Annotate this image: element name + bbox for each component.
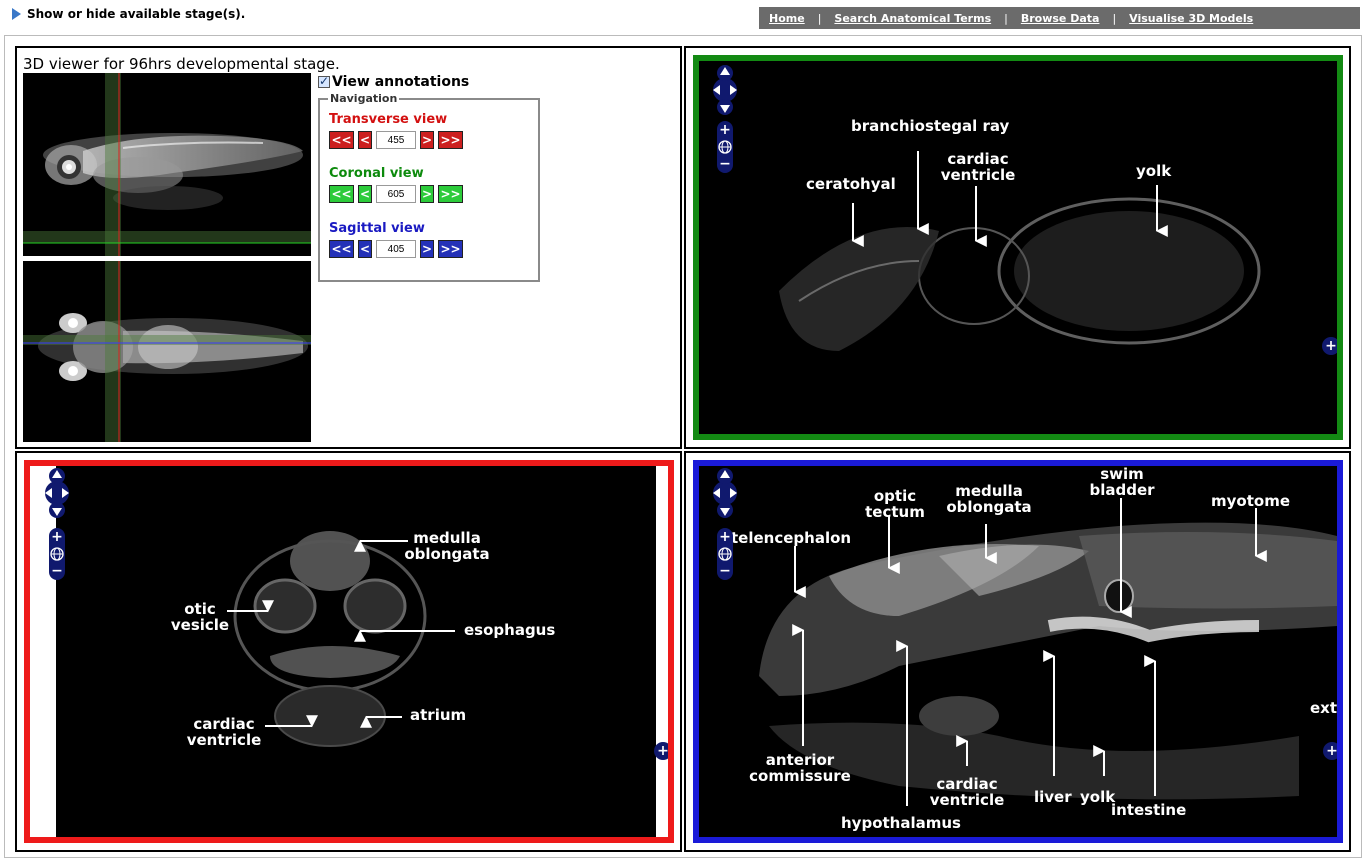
sagittal-first-button[interactable]: << [329, 240, 354, 258]
nav-home[interactable]: Home [769, 12, 805, 25]
sagittal-overview[interactable] [23, 73, 311, 256]
view-annotations-checkbox[interactable]: View annotations [318, 74, 469, 90]
transverse-last-button[interactable]: >> [438, 131, 463, 149]
coronal-next-button[interactable]: > [420, 185, 434, 203]
transverse-slice-input[interactable] [376, 131, 416, 149]
sagittal-view-panel: swim bladder optic tectum medulla oblong… [684, 451, 1351, 852]
label-cardiac-ventricle: cardiac ventricle [929, 775, 1005, 809]
pan-arrows-icon[interactable] [707, 65, 743, 115]
sagittal-view-label: Sagittal view [329, 221, 425, 236]
zoom-controls[interactable]: + − [715, 121, 735, 173]
zoom-in-icon: + [51, 529, 63, 545]
coronal-slice-input[interactable] [376, 185, 416, 203]
transverse-section-image [227, 531, 455, 747]
transverse-nav: Transverse view << < > >> [329, 112, 463, 149]
transverse-view-label: Transverse view [329, 112, 448, 127]
expand-triangle-icon [12, 8, 21, 20]
sagittal-prev-button[interactable]: < [358, 240, 372, 258]
transverse-view-panel: medulla oblongata otic vesicle esophagus… [15, 451, 682, 852]
nav-visualise-3d-models[interactable]: Visualise 3D Models [1129, 12, 1253, 25]
viewer-title: 3D viewer for 96hrs developmental stage. [23, 55, 340, 73]
label-cardiac-ventricle: cardiac ventricle [940, 150, 1016, 184]
label-myotome: myotome [1211, 492, 1290, 510]
label-liver: liver [1034, 788, 1072, 806]
zoom-controls[interactable]: + − [47, 528, 67, 580]
sagittal-view-canvas[interactable]: swim bladder optic tectum medulla oblong… [693, 460, 1343, 843]
sagittal-nav: Sagittal view << < > >> [329, 221, 463, 258]
pan-arrows-icon[interactable] [707, 468, 743, 518]
sagittal-last-button[interactable]: >> [438, 240, 463, 258]
top-nav: Home | Search Anatomical Terms | Browse … [759, 7, 1360, 29]
checkbox-checked-icon[interactable] [318, 74, 330, 88]
label-telencephalon: telencephalon [731, 529, 852, 547]
navigation-fieldset: Navigation Transverse view << < > >> Cor… [318, 92, 540, 282]
label-medulla-oblongata: medulla oblongata [946, 482, 1032, 516]
transverse-next-button[interactable]: > [420, 131, 434, 149]
zoom-out-icon: − [719, 156, 731, 172]
expand-plus-icon[interactable]: + [1322, 337, 1337, 355]
label-optic-tectum: optic tectum [865, 487, 925, 521]
coronal-overview[interactable] [23, 261, 311, 442]
view-annotations-label: View annotations [332, 74, 470, 90]
label-otic-vesicle: otic vesicle [170, 600, 230, 634]
coronal-first-button[interactable]: << [329, 185, 354, 203]
sagittal-next-button[interactable]: > [420, 240, 434, 258]
transverse-view-canvas[interactable]: medulla oblongata otic vesicle esophagus… [24, 460, 674, 843]
coronal-overview-image [23, 261, 311, 442]
coronal-view-label: Coronal view [329, 166, 424, 181]
expand-plus-icon[interactable]: + [654, 742, 668, 760]
label-ceratohyal: ceratohyal [806, 175, 896, 193]
coronal-view-canvas[interactable]: branchiostegal ray cardiac ventricle cer… [693, 55, 1343, 440]
coronal-section-image [779, 151, 1261, 351]
transverse-first-button[interactable]: << [329, 131, 354, 149]
label-yolk: yolk [1080, 788, 1116, 806]
expand-plus-icon[interactable]: + [1323, 742, 1337, 760]
label-cardiac-ventricle: cardiac ventricle [186, 715, 262, 749]
label-ext: ext [1310, 699, 1338, 717]
label-yolk: yolk [1136, 162, 1172, 180]
zoom-out-icon: − [51, 563, 63, 579]
label-medulla-oblongata: medulla oblongata [404, 529, 490, 563]
label-atrium: atrium [410, 706, 467, 724]
overview-panel: 3D viewer for 96hrs developmental stage. [15, 46, 682, 449]
label-branchiostegal-ray: branchiostegal ray [851, 117, 1010, 135]
stage-toggle-label: Show or hide available stage(s). [27, 7, 246, 21]
coronal-last-button[interactable]: >> [438, 185, 463, 203]
sagittal-overview-image [23, 73, 311, 256]
label-swim-bladder: swim bladder [1089, 465, 1155, 499]
zoom-in-icon: + [719, 529, 731, 545]
sagittal-slice-input[interactable] [376, 240, 416, 258]
label-anterior-commissure: anterior commissure [749, 751, 851, 785]
transverse-prev-button[interactable]: < [358, 131, 372, 149]
coronal-prev-button[interactable]: < [358, 185, 372, 203]
pan-arrows-icon[interactable] [39, 468, 75, 518]
zoom-in-icon: + [719, 122, 731, 138]
nav-browse-data[interactable]: Browse Data [1021, 12, 1100, 25]
coronal-view-panel: branchiostegal ray cardiac ventricle cer… [684, 46, 1351, 449]
zoom-controls[interactable]: + − [715, 528, 735, 580]
label-hypothalamus: hypothalamus [841, 814, 961, 832]
nav-search-anatomical-terms[interactable]: Search Anatomical Terms [834, 12, 991, 25]
label-esophagus: esophagus [464, 621, 556, 639]
label-intestine: intestine [1111, 801, 1187, 819]
coronal-nav: Coronal view << < > >> [329, 166, 463, 203]
stage-toggle[interactable]: Show or hide available stage(s). [12, 7, 245, 21]
navigation-legend: Navigation [328, 92, 400, 105]
zoom-out-icon: − [719, 563, 731, 579]
